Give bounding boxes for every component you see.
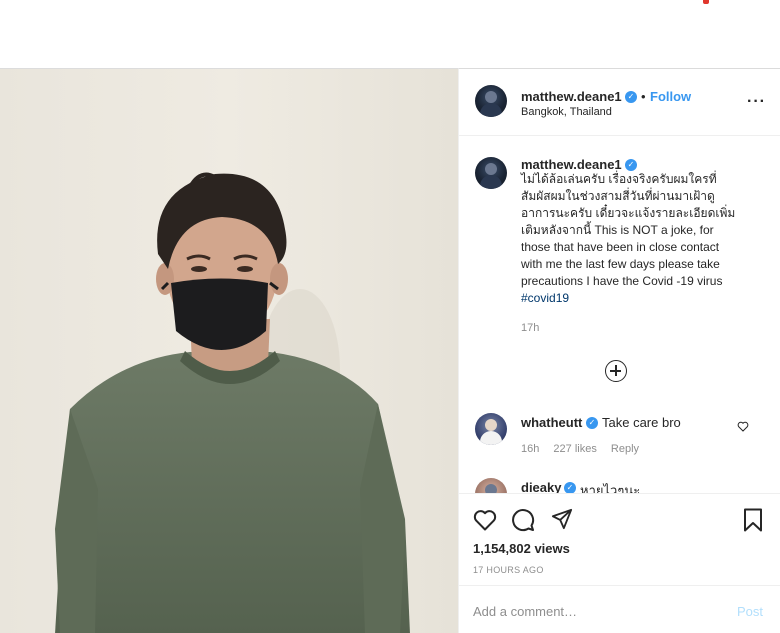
author-username[interactable]: matthew.deane1	[521, 89, 622, 104]
actions-divider	[459, 493, 780, 494]
comment-time[interactable]: 16h	[521, 443, 539, 455]
caption-avatar[interactable]	[475, 157, 507, 189]
hashtag-link[interactable]: #covid19	[521, 290, 766, 307]
author-avatar[interactable]	[475, 85, 507, 117]
post-media[interactable]	[0, 68, 458, 633]
caption-line: ไม่ได้ล้อเล่นครับ เรื่องจริงครับผมใครที่	[521, 172, 717, 186]
verified-badge-icon: ✓	[586, 417, 598, 429]
caption-line: เติมหลังจากนี้ This is NOT a joke, for	[521, 223, 714, 237]
comment-icon[interactable]	[511, 508, 535, 532]
caption-line: precautions I have the Covid -19 virus	[521, 274, 723, 288]
view-count[interactable]: 1,154,802 views	[473, 541, 570, 556]
caption-text: ไม่ได้ล้อเล่นครับ เรื่องจริงครับผมใครที่…	[521, 171, 766, 307]
comment-text: Take care bro	[602, 415, 681, 430]
caption-line: สัมผัสผมในช่วงสามสี่วันที่ผ่านมาเฝ้าดู	[521, 189, 715, 203]
comment-like-heart-icon[interactable]	[737, 421, 749, 432]
post-timestamp[interactable]: 17 HOURS AGO	[473, 565, 544, 575]
header-divider	[459, 135, 780, 136]
heart-icon[interactable]	[473, 509, 497, 531]
post-panel: matthew.deane1 ✓ • Follow Bangkok, Thail…	[458, 68, 780, 633]
comment-username[interactable]: whatheutt	[521, 415, 582, 430]
follow-button[interactable]: Follow	[650, 89, 691, 104]
post-image	[0, 69, 458, 633]
load-more-comments-icon[interactable]	[605, 360, 627, 382]
caption-username[interactable]: matthew.deane1	[521, 157, 622, 172]
share-icon[interactable]	[551, 508, 573, 530]
caption-line: those that have been in close contact	[521, 240, 720, 254]
caption-timestamp[interactable]: 17h	[521, 322, 539, 334]
caption-line: with me the last few days please take	[521, 257, 720, 271]
comment-box-divider	[459, 585, 780, 586]
bookmark-icon[interactable]	[743, 508, 763, 532]
commenter-avatar[interactable]	[475, 413, 507, 445]
caption-line: อาการนะครับ เดี๋ยวจะแจ้งรายละเอียดเพิ่ม	[521, 206, 736, 220]
more-options-icon[interactable]: ···	[747, 93, 766, 111]
comment-likes[interactable]: 227 likes	[553, 443, 596, 455]
post-comment-button[interactable]: Post	[737, 604, 763, 619]
reply-button[interactable]: Reply	[611, 443, 639, 455]
separator-dot: •	[641, 89, 646, 104]
verified-badge-icon: ✓	[625, 159, 637, 171]
post-location[interactable]: Bangkok, Thailand	[521, 106, 612, 118]
verified-badge-icon: ✓	[625, 91, 637, 103]
corner-mark	[703, 0, 709, 4]
add-comment-input[interactable]: Add a comment…	[473, 604, 577, 619]
comment-meta: 16h 227 likes Reply	[521, 443, 650, 455]
